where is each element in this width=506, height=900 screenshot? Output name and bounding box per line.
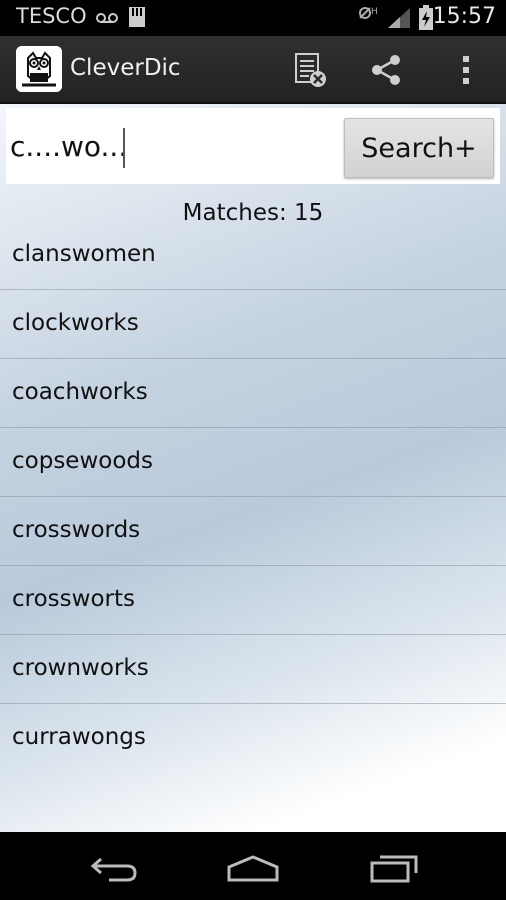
word-label: crossworts (12, 586, 135, 612)
results-list: clanswomen clockworks coachworks copsewo… (0, 221, 506, 772)
no-signal-icon: H (358, 5, 380, 25)
home-icon[interactable] (223, 850, 283, 886)
list-item[interactable]: clockworks (0, 290, 506, 359)
navigation-bar (0, 832, 506, 900)
carrier-name: TESCO (16, 4, 87, 28)
signal-icon (386, 6, 412, 34)
clock: 15:57 (432, 4, 496, 29)
list-item[interactable]: currawongs (0, 704, 506, 772)
word-label: coachworks (12, 379, 148, 405)
svg-text:H: H (371, 7, 378, 17)
voicemail-icon (96, 9, 118, 28)
list-item[interactable]: crownworks (0, 635, 506, 704)
word-label: crosswords (12, 517, 141, 543)
app-title: CleverDic (70, 55, 181, 81)
clear-list-icon[interactable] (290, 50, 330, 90)
word-label: copsewoods (12, 448, 153, 474)
status-bar: TESCO H 15:57 (0, 0, 506, 36)
list-item[interactable]: coachworks (0, 359, 506, 428)
text-cursor (123, 128, 125, 168)
back-icon[interactable] (83, 850, 143, 886)
battery-charging-icon (418, 5, 434, 35)
list-item[interactable]: clanswomen (0, 221, 506, 290)
recents-icon[interactable] (364, 850, 424, 886)
word-label: clanswomen (12, 241, 156, 267)
owl-logo-icon[interactable] (16, 46, 62, 92)
content-area: Search+ Matches: 15 clanswomen clockwork… (0, 104, 506, 832)
search-plus-button[interactable]: Search+ (344, 118, 494, 178)
word-label: clockworks (12, 310, 139, 336)
share-icon[interactable] (366, 50, 406, 90)
word-label: crownworks (12, 655, 149, 681)
list-item[interactable]: crossworts (0, 566, 506, 635)
list-item[interactable]: copsewoods (0, 428, 506, 497)
list-item[interactable]: crosswords (0, 497, 506, 566)
search-input[interactable] (6, 108, 336, 184)
sd-card-icon (128, 6, 146, 32)
search-row: Search+ (6, 108, 500, 184)
word-label: currawongs (12, 724, 146, 750)
action-bar: CleverDic (0, 36, 506, 104)
overflow-menu-icon[interactable] (446, 50, 486, 90)
